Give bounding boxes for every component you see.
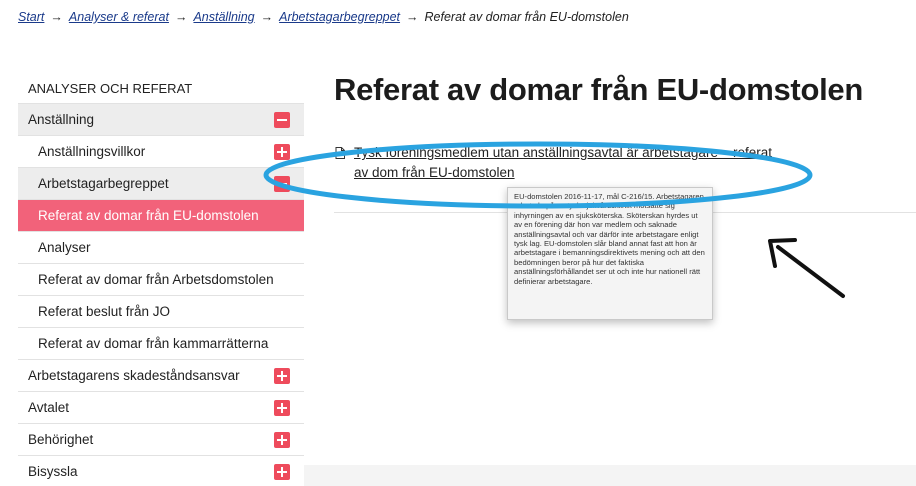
link-tooltip: EU-domstolen 2016-11-17, mål C-216/15. A…	[507, 187, 713, 320]
sidebar-item-behorighet[interactable]: Behörighet	[18, 424, 304, 456]
sidebar-item-label: Bisyssla	[28, 464, 78, 479]
breadcrumb-separator: →	[50, 10, 63, 24]
breadcrumb-separator: →	[174, 10, 188, 24]
plus-icon[interactable]	[274, 432, 290, 448]
sidebar-item-avtalet[interactable]: Avtalet	[18, 392, 304, 424]
sidebar-item-anstallningsvillkor[interactable]: Anställningsvillkor	[18, 136, 304, 168]
sidebar-item-referat-arbetsdomstolen[interactable]: Referat av domar från Arbetsdomstolen	[18, 264, 304, 296]
sidebar-item-label: Arbetstagarens skadeståndsansvar	[28, 368, 240, 383]
footer-band	[304, 465, 916, 486]
sidebar-item-label: Anställningsvillkor	[38, 144, 146, 159]
sidebar-item-arbetstagarbegreppet[interactable]: Arbetstagarbegreppet	[18, 168, 304, 200]
plus-icon[interactable]	[274, 400, 290, 416]
plus-icon[interactable]	[274, 368, 290, 384]
sidebar-nav: ANALYSER OCH REFERAT Anställning Anställ…	[18, 75, 304, 486]
sidebar-heading: ANALYSER OCH REFERAT	[18, 75, 304, 104]
sidebar-item-label: Referat av domar från Arbetsdomstolen	[38, 272, 274, 287]
breadcrumb-current: Referat av domar från EU-domstolen	[424, 10, 629, 24]
sidebar-item-label: Referat av domar från EU-domstolen	[38, 208, 259, 223]
sidebar-item-skadestandsansvar[interactable]: Arbetstagarens skadeståndsansvar	[18, 360, 304, 392]
sidebar-item-referat-kammarratterna[interactable]: Referat av domar från kammarrätterna	[18, 328, 304, 360]
sidebar-item-label: Avtalet	[28, 400, 70, 415]
sidebar-item-label: Referat beslut från JO	[38, 304, 171, 319]
plus-icon[interactable]	[274, 464, 290, 480]
sidebar-item-label: Arbetstagarbegreppet	[38, 176, 169, 191]
sidebar-item-label: Behörighet	[28, 432, 94, 447]
breadcrumb: Start → Analyser & referat → Anställning → Arb…	[18, 10, 629, 24]
arrow-icon	[768, 238, 845, 298]
sidebar-item-label: Anställning	[28, 112, 95, 127]
breadcrumb-link-anstallning[interactable]: Anställning	[193, 10, 254, 24]
breadcrumb-link-start[interactable]: Start	[18, 10, 44, 24]
sidebar-item-analyser[interactable]: Analyser	[18, 232, 304, 264]
sidebar-item-referat-eu[interactable]: Referat av domar från EU-domstolen	[18, 200, 304, 232]
sidebar-item-label: Referat av domar från kammarrätterna	[38, 336, 269, 351]
sidebar-item-label: Analyser	[38, 240, 91, 255]
breadcrumb-separator: →	[260, 10, 274, 24]
minus-icon[interactable]	[274, 176, 290, 192]
document-icon	[335, 147, 345, 159]
sidebar-item-bisyssla[interactable]: Bisyssla	[18, 456, 304, 486]
breadcrumb-link-analyser[interactable]: Analyser & referat	[69, 10, 169, 24]
breadcrumb-link-arbetstagarbegreppet[interactable]: Arbetstagarbegreppet	[279, 10, 400, 24]
breadcrumb-separator: →	[406, 10, 419, 24]
page-title: Referat av domar från EU-domstolen	[334, 72, 863, 107]
plus-icon[interactable]	[274, 144, 290, 160]
result-link[interactable]: Tysk föreningsmedlem utan anställningsav…	[354, 143, 784, 183]
sidebar-item-anstallning[interactable]: Anställning	[18, 104, 304, 136]
sidebar-item-referat-jo[interactable]: Referat beslut från JO	[18, 296, 304, 328]
minus-icon[interactable]	[274, 112, 290, 128]
